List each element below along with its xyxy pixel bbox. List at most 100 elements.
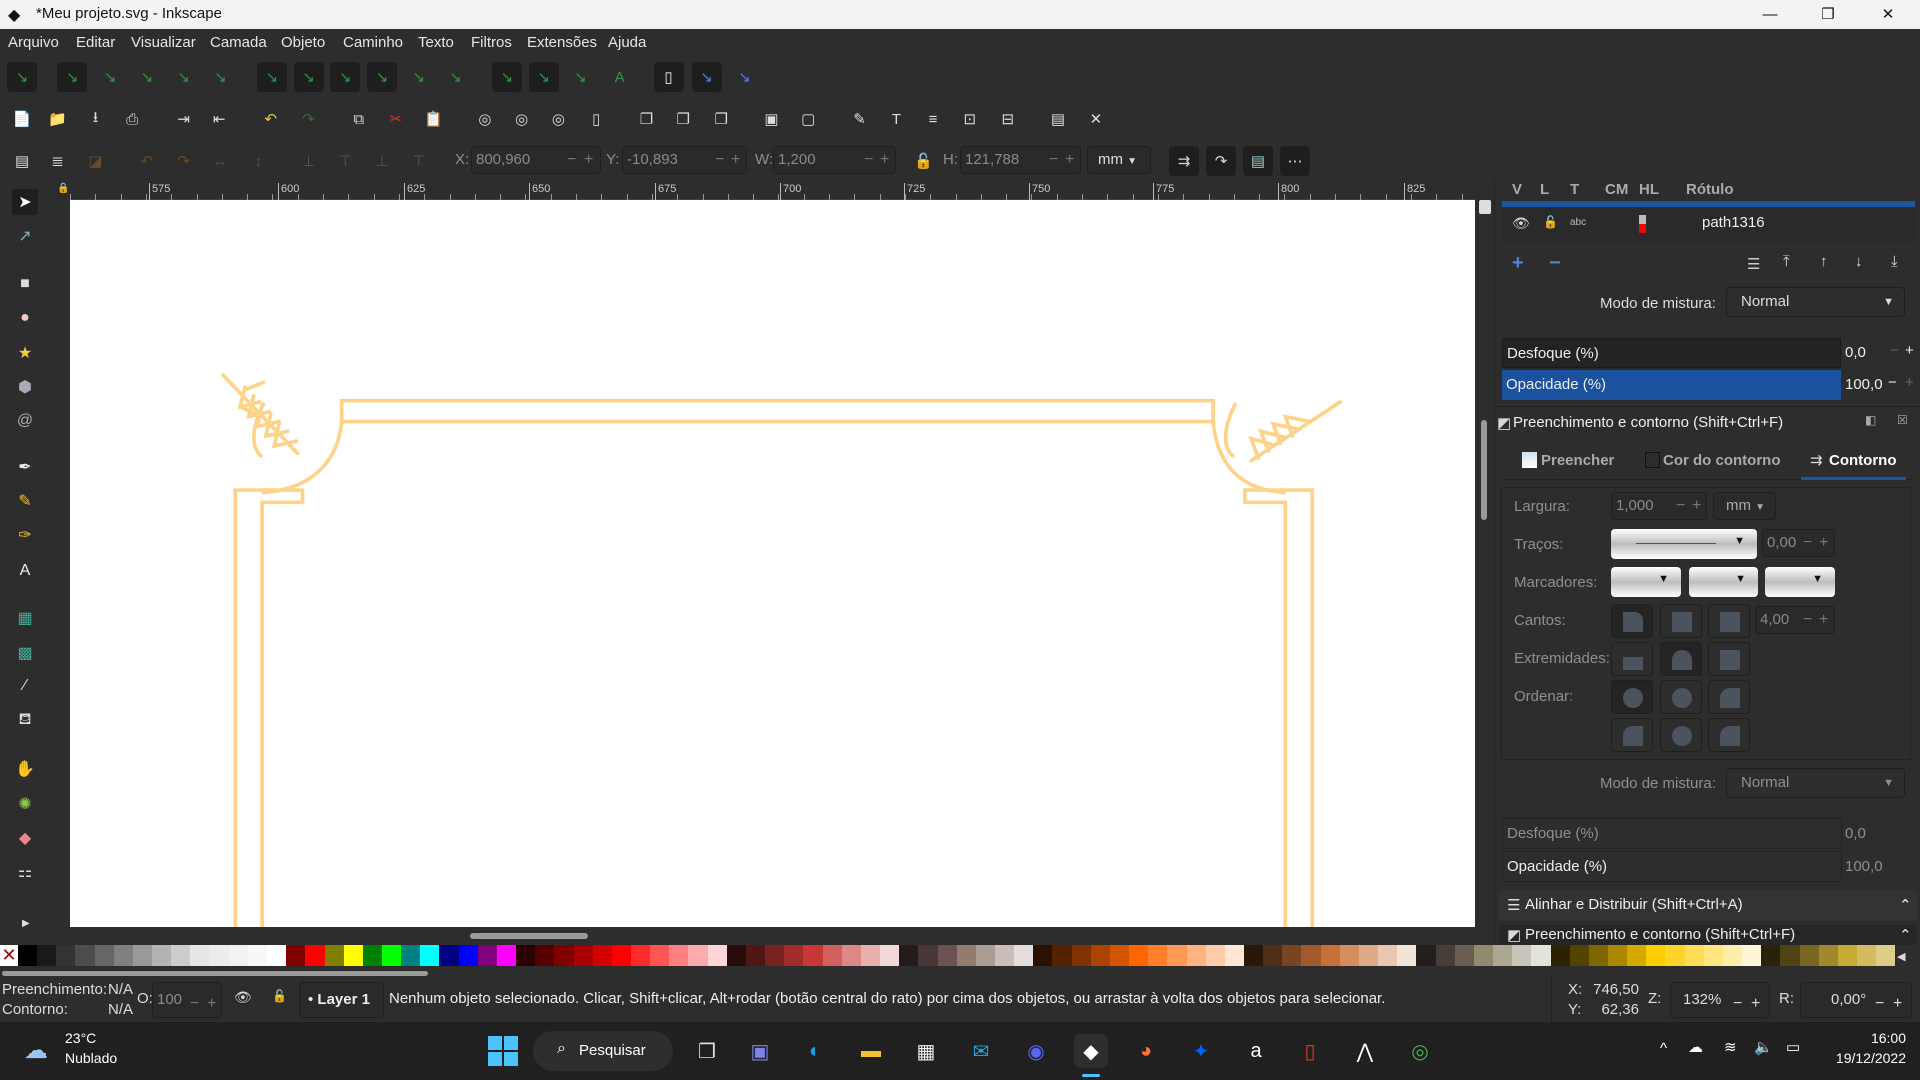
- square-cap-button[interactable]: [1708, 642, 1750, 676]
- color-swatch[interactable]: [516, 945, 536, 966]
- opacity-increment[interactable]: +: [1905, 374, 1914, 391]
- column-type[interactable]: T: [1570, 181, 1579, 198]
- color-swatch[interactable]: [1224, 945, 1244, 966]
- opacity-status-decrement[interactable]: −: [190, 987, 199, 1021]
- raise-top-icon[interactable]: ⊤: [404, 146, 434, 176]
- color-swatch[interactable]: [975, 945, 995, 966]
- color-swatch[interactable]: [1761, 945, 1781, 966]
- blur-increment[interactable]: +: [1905, 342, 1914, 359]
- import-icon[interactable]: ⇥: [169, 104, 199, 134]
- color-swatch[interactable]: [1607, 945, 1628, 966]
- w-increment[interactable]: +: [880, 147, 889, 173]
- column-label[interactable]: Rótulo: [1686, 181, 1733, 198]
- spray-tool-icon[interactable]: ✺: [12, 791, 38, 817]
- snap-line-midpoint-icon[interactable]: ↘: [441, 62, 471, 92]
- selected-layer-row[interactable]: [1502, 201, 1915, 207]
- x-input[interactable]: 800,960 − +: [471, 146, 601, 174]
- order-stroke-fill-markers-button[interactable]: [1660, 680, 1702, 714]
- blur-value[interactable]: 0,0: [1845, 344, 1866, 361]
- color-swatch[interactable]: [420, 945, 440, 966]
- lower-bottom-icon[interactable]: ⊥: [294, 146, 324, 176]
- lower-to-bottom-icon[interactable]: ⤓: [1891, 253, 1898, 270]
- color-swatch[interactable]: [1876, 945, 1896, 966]
- volume-icon[interactable]: 🔈: [1754, 1038, 1773, 1056]
- flip-horizontal-icon[interactable]: ↔: [205, 146, 235, 176]
- open-icon[interactable]: 📁: [43, 104, 73, 134]
- color-swatch[interactable]: [1627, 945, 1647, 966]
- xml-editor-icon[interactable]: ⊡: [955, 104, 985, 134]
- eraser-tool-icon[interactable]: ◆: [12, 825, 38, 851]
- snap-page-icon[interactable]: ▯: [653, 62, 684, 92]
- export-icon[interactable]: ⇤: [204, 104, 234, 134]
- color-swatch[interactable]: [822, 945, 842, 966]
- flip-vertical-icon[interactable]: ↕: [243, 146, 273, 176]
- color-swatch[interactable]: [841, 945, 861, 966]
- menu-editar[interactable]: Editar: [76, 34, 115, 51]
- microsoft-store-icon[interactable]: ▦: [909, 1034, 943, 1068]
- dash-pattern-dropdown[interactable]: ▼: [1611, 529, 1757, 559]
- order-markers-stroke-fill-button[interactable]: [1708, 718, 1750, 752]
- rotate-decrement[interactable]: −: [1875, 987, 1884, 1021]
- snap-bbox-midpoint-icon[interactable]: ↘: [169, 62, 199, 92]
- office-icon[interactable]: ▯: [1293, 1034, 1327, 1068]
- canvas[interactable]: [70, 200, 1475, 927]
- width-decrement[interactable]: −: [1676, 493, 1685, 519]
- color-swatch[interactable]: [1339, 945, 1359, 966]
- color-swatch[interactable]: [1186, 945, 1206, 966]
- color-swatch[interactable]: [1818, 945, 1838, 966]
- color-swatch[interactable]: [1301, 945, 1321, 966]
- node-tool-icon[interactable]: ↗: [12, 223, 38, 249]
- color-swatch[interactable]: [1837, 945, 1857, 966]
- clock-date[interactable]: 19/12/2022: [1830, 1050, 1906, 1066]
- color-swatch[interactable]: [343, 945, 363, 966]
- color-swatch[interactable]: [573, 945, 593, 966]
- canvas-lock-icon[interactable]: 🔒: [57, 183, 70, 200]
- color-swatch[interactable]: [1052, 945, 1072, 966]
- h-input[interactable]: 121,788 − +: [960, 146, 1081, 174]
- menu-ajuda[interactable]: Ajuda: [608, 34, 646, 51]
- end-marker-dropdown[interactable]: ▼: [1765, 567, 1835, 597]
- vertical-scrollbar-thumb[interactable]: [1481, 420, 1487, 520]
- dash-offset-increment[interactable]: +: [1819, 530, 1828, 556]
- color-swatch[interactable]: [1684, 945, 1704, 966]
- color-swatch[interactable]: [1780, 945, 1800, 966]
- object-blend-dropdown[interactable]: Normal ▼: [1726, 768, 1905, 798]
- snap-bbox-edge-icon[interactable]: ↘: [95, 62, 125, 92]
- gradient-tool-icon[interactable]: ▦: [12, 605, 38, 631]
- layer-lock-icon[interactable]: 🔓: [272, 989, 287, 1003]
- weather-temperature[interactable]: 23°C: [65, 1030, 96, 1046]
- color-swatch[interactable]: [611, 945, 631, 966]
- color-swatch[interactable]: [228, 945, 248, 966]
- stroke-indicator-value[interactable]: N/A: [108, 1001, 133, 1018]
- color-swatch[interactable]: [439, 945, 459, 966]
- color-swatch[interactable]: [1493, 945, 1513, 966]
- canvas-corner-button[interactable]: [1479, 200, 1491, 214]
- document-properties-icon[interactable]: ▤: [1043, 104, 1073, 134]
- fill-stroke-icon[interactable]: ✎: [845, 104, 875, 134]
- color-swatch[interactable]: [688, 945, 708, 966]
- rectangle-tool-icon[interactable]: ■: [12, 271, 38, 297]
- color-swatch[interactable]: [937, 945, 957, 966]
- dropbox-icon[interactable]: ✦: [1184, 1034, 1218, 1068]
- column-highlight[interactable]: HL: [1639, 181, 1659, 198]
- close-dialog-icon[interactable]: ☒: [1897, 413, 1908, 427]
- color-swatch[interactable]: [1857, 945, 1877, 966]
- color-swatch[interactable]: [745, 945, 766, 966]
- color-swatch[interactable]: [458, 945, 478, 966]
- file-explorer-icon[interactable]: ▬: [854, 1034, 888, 1068]
- color-swatch[interactable]: [1722, 945, 1743, 966]
- blur-decrement[interactable]: −: [1890, 342, 1899, 359]
- lower-icon[interactable]: ↓: [1855, 253, 1863, 270]
- color-swatch[interactable]: [305, 945, 325, 966]
- layers-icon[interactable]: ≡: [918, 104, 948, 134]
- order-fill-markers-stroke-button[interactable]: [1708, 680, 1750, 714]
- round-cap-button[interactable]: [1660, 642, 1702, 676]
- 3d-box-tool-icon[interactable]: ⬢: [12, 374, 38, 400]
- vertical-scrollbar[interactable]: [1477, 198, 1494, 928]
- object-blur-slider[interactable]: Desfoque (%): [1502, 818, 1842, 849]
- snap-cusp-icon[interactable]: ↘: [367, 62, 398, 92]
- color-swatch[interactable]: [267, 945, 287, 966]
- miter-limit-input[interactable]: 4,00− +: [1755, 606, 1835, 634]
- color-swatch[interactable]: [726, 945, 746, 966]
- group-icon[interactable]: ▣: [756, 104, 786, 134]
